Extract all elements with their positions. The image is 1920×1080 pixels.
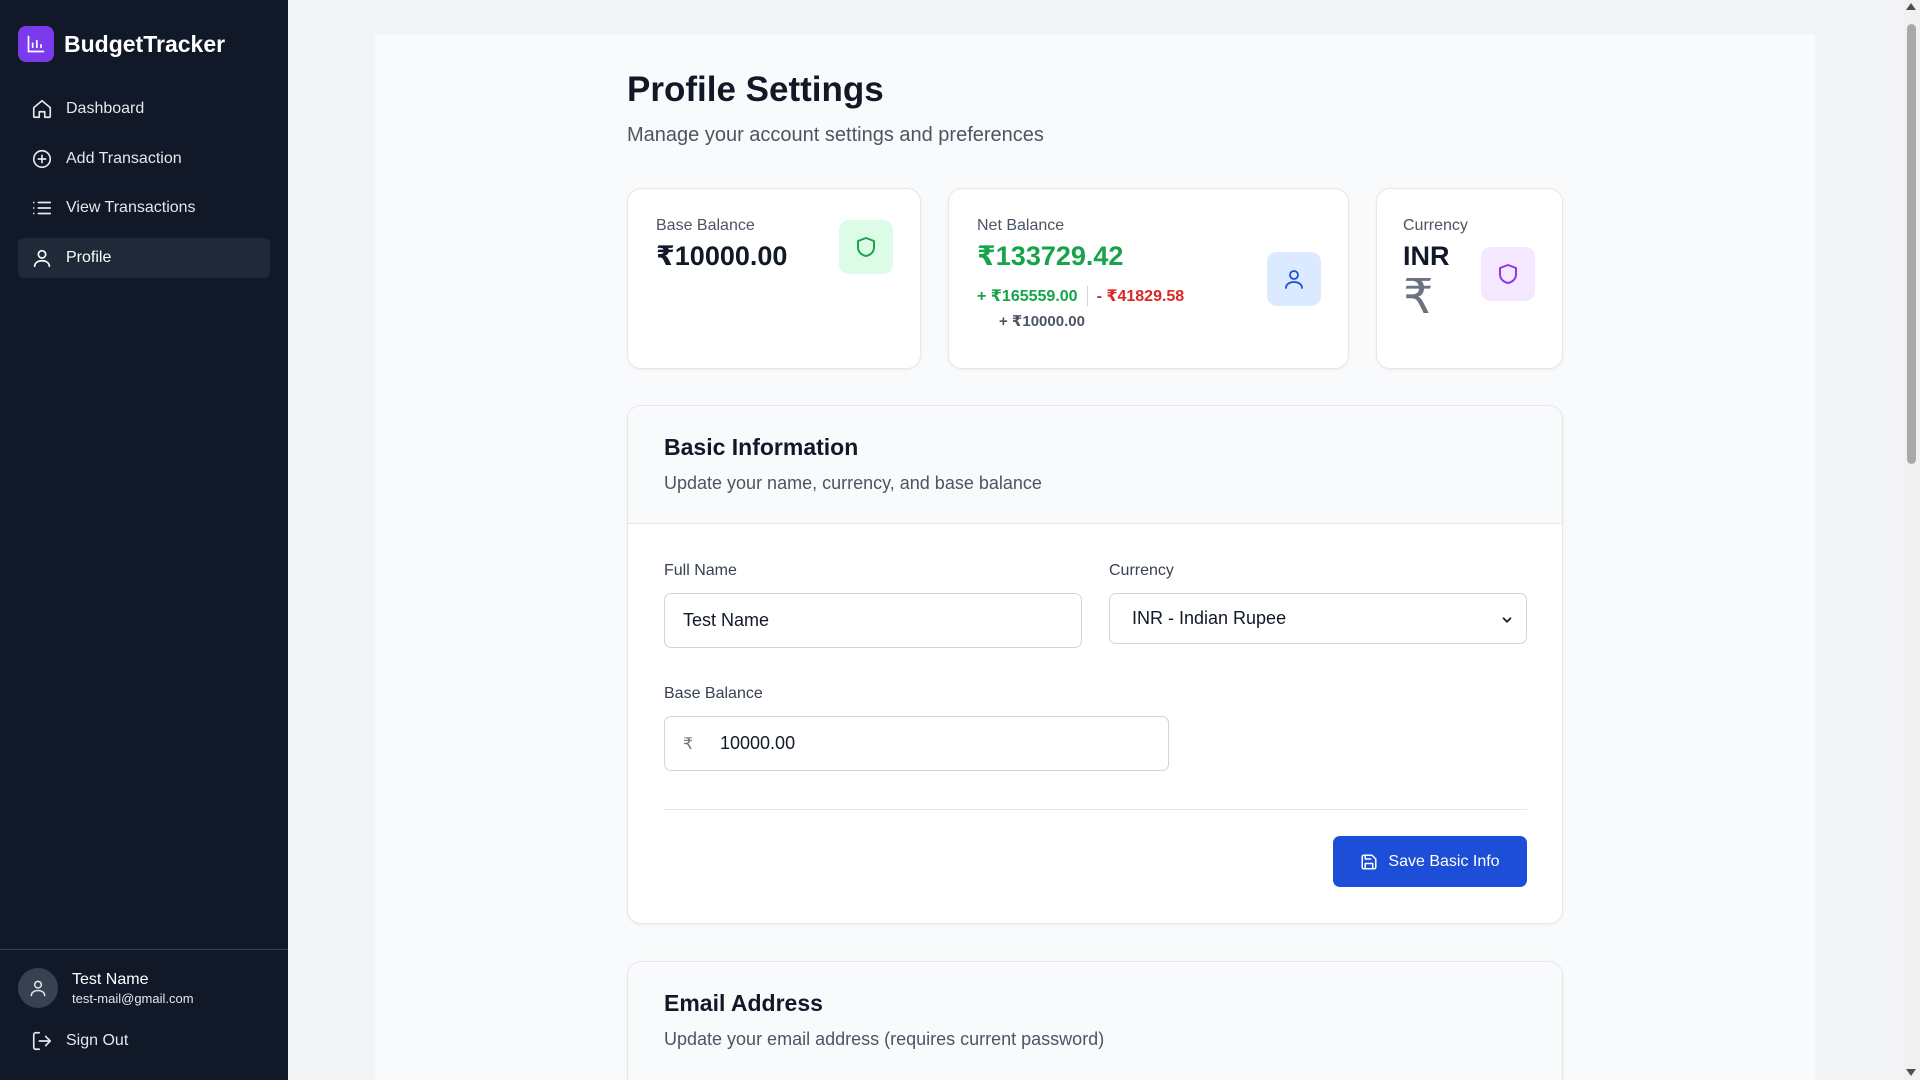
sidebar: BudgetTracker Dashboard Add Transaction …: [0, 0, 288, 1080]
user-icon: [1267, 252, 1321, 306]
save-basic-info-label: Save Basic Info: [1388, 852, 1500, 870]
sidebar-item-add-transaction[interactable]: Add Transaction: [18, 139, 270, 179]
user-email: test-mail@gmail.com: [72, 990, 194, 1006]
email-card: Email Address Update your email address …: [627, 961, 1563, 1080]
plus-circle-icon: [32, 149, 52, 168]
list-icon: [32, 201, 52, 215]
user-icon: [33, 249, 51, 267]
shield-icon: [1481, 247, 1535, 301]
basic-info-header: Basic Information Update your name, curr…: [628, 406, 1562, 524]
net-balance-label: Net Balance: [977, 217, 1065, 234]
home-icon: [32, 99, 52, 119]
app-name: BudgetTracker: [64, 30, 226, 57]
base-balance-input[interactable]: ₹ 10000.00: [664, 716, 1169, 771]
sign-out-label: Sign Out: [66, 1032, 129, 1049]
full-name-input[interactable]: Test Name: [664, 593, 1082, 648]
form-divider: [664, 809, 1527, 810]
log-out-icon: [32, 1031, 52, 1051]
page-title: Profile Settings: [627, 70, 884, 109]
currency-select-value: INR - Indian Rupee: [1132, 608, 1287, 628]
email-title: Email Address: [664, 990, 823, 1016]
full-name-label: Full Name: [664, 562, 737, 579]
base-balance-field-label: Base Balance: [664, 685, 763, 702]
base-balance-card: Base Balance ₹10000.00: [627, 188, 921, 369]
save-basic-info-button[interactable]: Save Basic Info: [1333, 836, 1527, 887]
sidebar-item-label: View Transactions: [66, 199, 196, 216]
save-icon: [1361, 854, 1377, 869]
basic-info-title: Basic Information: [664, 434, 859, 460]
user-icon: [30, 980, 46, 997]
sidebar-item-dashboard[interactable]: Dashboard: [18, 89, 270, 129]
avatar: [18, 968, 58, 1008]
email-header: Email Address Update your email address …: [628, 962, 1562, 1080]
base-balance-input-value: 10000.00: [720, 733, 796, 753]
sidebar-item-profile[interactable]: Profile: [18, 237, 270, 278]
chevron-down-icon: [1502, 617, 1512, 623]
sidebar-item-view-transactions[interactable]: View Transactions: [18, 188, 270, 228]
brand[interactable]: BudgetTracker: [18, 26, 225, 62]
currency-card: Currency INR ₹: [1376, 188, 1563, 369]
bar-chart-icon: [18, 26, 54, 62]
sidebar-item-label: Dashboard: [66, 100, 145, 117]
basic-info-card: Basic Information Update your name, curr…: [627, 405, 1563, 924]
income-amount: + ₹165559.00: [977, 288, 1078, 305]
separator: [1086, 286, 1088, 306]
base-amount: + ₹10000.00: [999, 313, 1085, 330]
net-balance-card: Net Balance ₹133729.42 + ₹165559.00 - ₹4…: [948, 188, 1349, 369]
scroll-down-arrow[interactable]: [1906, 1069, 1916, 1076]
sidebar-item-label: Add Transaction: [66, 149, 182, 167]
sidebar-divider: [0, 949, 288, 950]
page-subtitle: Manage your account settings and prefere…: [627, 124, 1044, 146]
basic-info-subtitle: Update your name, currency, and base bal…: [664, 473, 1042, 493]
shield-icon: [839, 220, 893, 274]
scroll-thumb[interactable]: [1907, 24, 1916, 464]
scroll-up-arrow[interactable]: [1906, 3, 1916, 10]
currency-label: Currency: [1403, 217, 1468, 234]
user-name: Test Name: [72, 970, 149, 988]
full-name-value: Test Name: [683, 610, 770, 630]
rupee-prefix: ₹: [683, 735, 694, 753]
email-subtitle: Update your email address (requires curr…: [664, 1029, 1105, 1049]
sign-out-button[interactable]: Sign Out: [31, 1030, 128, 1052]
user-info: Test Name test-mail@gmail.com: [18, 968, 194, 1008]
expense-amount: - ₹41829.58: [1096, 288, 1185, 305]
currency-select-label: Currency: [1109, 562, 1174, 579]
currency-select[interactable]: INR - Indian Rupee: [1109, 593, 1527, 644]
sidebar-nav: Dashboard Add Transaction View Transacti…: [18, 89, 270, 287]
scrollbar[interactable]: [1903, 0, 1920, 1080]
sidebar-item-label: Profile: [66, 248, 112, 266]
